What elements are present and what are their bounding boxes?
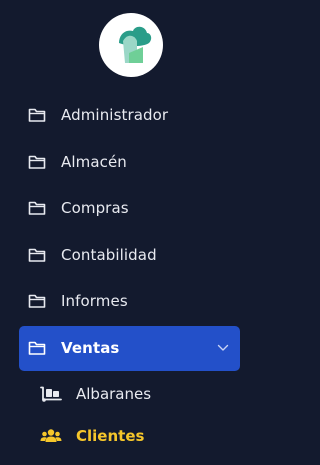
folder-icon <box>28 341 46 355</box>
sidebar-item-administrador[interactable]: Administrador <box>0 92 262 139</box>
sidebar-subitem-label: Albaranes <box>76 384 152 403</box>
sidebar-subitem-albaranes[interactable]: Albaranes <box>0 373 262 415</box>
users-icon <box>40 428 62 442</box>
folder-icon <box>28 155 46 169</box>
sidebar-item-label: Almacén <box>61 152 127 171</box>
logo[interactable] <box>99 13 163 77</box>
folder-icon <box>28 108 46 123</box>
sidebar-item-label: Ventas <box>61 339 120 357</box>
folder-icon <box>28 201 46 216</box>
sidebar-item-label: Compras <box>61 199 129 218</box>
sidebar-item-label: Informes <box>61 292 128 311</box>
folder-icon <box>28 294 46 309</box>
sidebar-item-label: Administrador <box>61 106 169 125</box>
sidebar-subitem-clientes[interactable]: Clientes <box>0 415 262 457</box>
sidebar-menu: Administrador Almacén Compras Contabilid… <box>0 92 262 457</box>
dolly-icon <box>40 386 62 402</box>
sidebar-item-compras[interactable]: Compras <box>0 185 262 232</box>
folder-icon <box>28 248 46 262</box>
sidebar-subitem-label: Clientes <box>76 426 145 445</box>
sidebar-item-ventas[interactable]: Ventas <box>19 325 240 371</box>
sidebar-item-label: Contabilidad <box>61 245 157 264</box>
sidebar: Administrador Almacén Compras Contabilid… <box>0 0 262 465</box>
cloud-leaf-logo-icon <box>119 26 152 63</box>
sidebar-item-informes[interactable]: Informes <box>0 278 262 325</box>
sidebar-item-almacen[interactable]: Almacén <box>0 139 262 186</box>
chevron-down-icon[interactable] <box>217 344 229 352</box>
sidebar-item-contabilidad[interactable]: Contabilidad <box>0 232 262 279</box>
